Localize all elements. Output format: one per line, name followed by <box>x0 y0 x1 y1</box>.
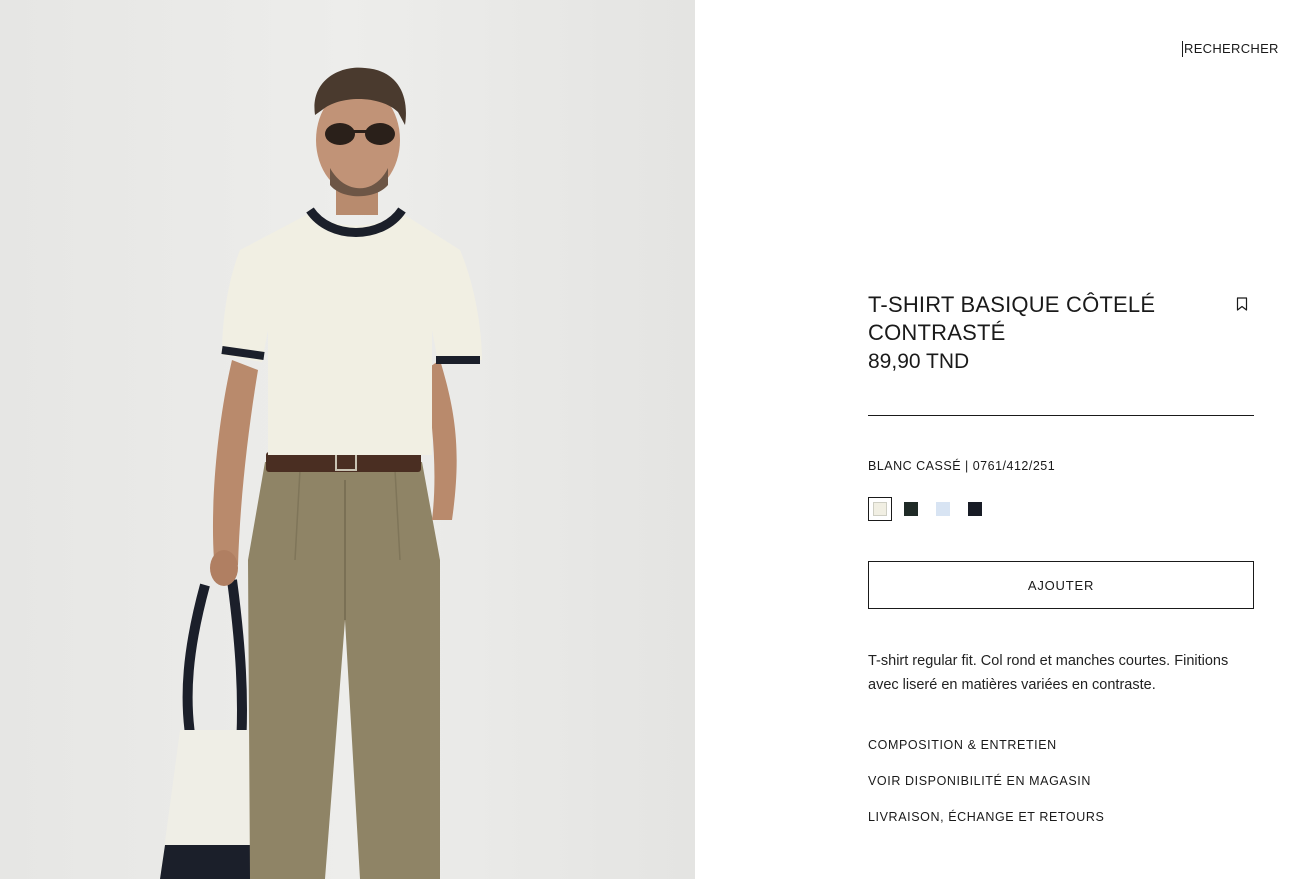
add-to-cart-label: AJOUTER <box>1027 577 1095 593</box>
color-and-reference: BLANC CASSÉ | 0761/412/251 <box>868 459 1056 473</box>
product-info-panel: T-SHIRT BASIQUE CÔTELÉ CONTRASTÉ 89,90 T… <box>868 291 1254 824</box>
add-to-cart-button[interactable]: AJOUTER <box>868 561 1254 609</box>
search-link[interactable]: RECHERCHER <box>1182 41 1279 57</box>
product-photo-illustration <box>0 0 695 879</box>
link-store-availability[interactable]: VOIR DISPONIBILITÉ EN MAGASIN <box>868 773 1104 789</box>
swatch-blanc-casse-color <box>873 502 887 516</box>
link-delivery-returns[interactable]: LIVRAISON, ÉCHANGE ET RETOURS <box>868 809 1104 825</box>
color-swatches <box>868 497 1000 521</box>
product-photo[interactable] <box>0 0 695 879</box>
product-title: T-SHIRT BASIQUE CÔTELÉ CONTRASTÉ <box>868 292 1156 345</box>
swatch-blanc-casse[interactable] <box>868 497 892 521</box>
product-price: 89,90 TND <box>868 350 970 373</box>
product-description: T-shirt regular fit. Col rond et manches… <box>868 653 1229 693</box>
info-links: COMPOSITION & ENTRETIEN VOIR DISPONIBILI… <box>868 737 1104 845</box>
swatch-navy[interactable] <box>968 502 982 516</box>
swatch-light-blue[interactable] <box>936 502 950 516</box>
divider <box>868 415 1254 416</box>
bookmark-icon[interactable] <box>1236 297 1248 311</box>
swatch-dark-green[interactable] <box>904 502 918 516</box>
link-composition-care[interactable]: COMPOSITION & ENTRETIEN <box>868 737 1104 753</box>
